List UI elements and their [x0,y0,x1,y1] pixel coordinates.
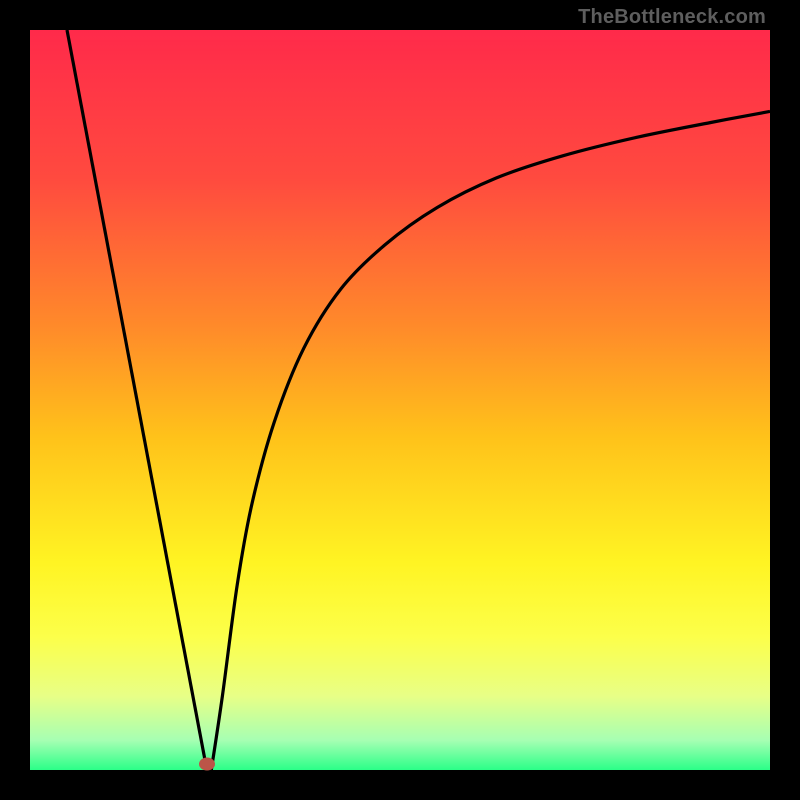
chart-container: TheBottleneck.com [0,0,800,800]
curve-right [211,111,770,770]
watermark-text: TheBottleneck.com [578,6,766,29]
plot-area [30,30,770,770]
optimum-marker [199,758,215,771]
curve-left [67,30,207,770]
curve-layer [30,30,770,770]
